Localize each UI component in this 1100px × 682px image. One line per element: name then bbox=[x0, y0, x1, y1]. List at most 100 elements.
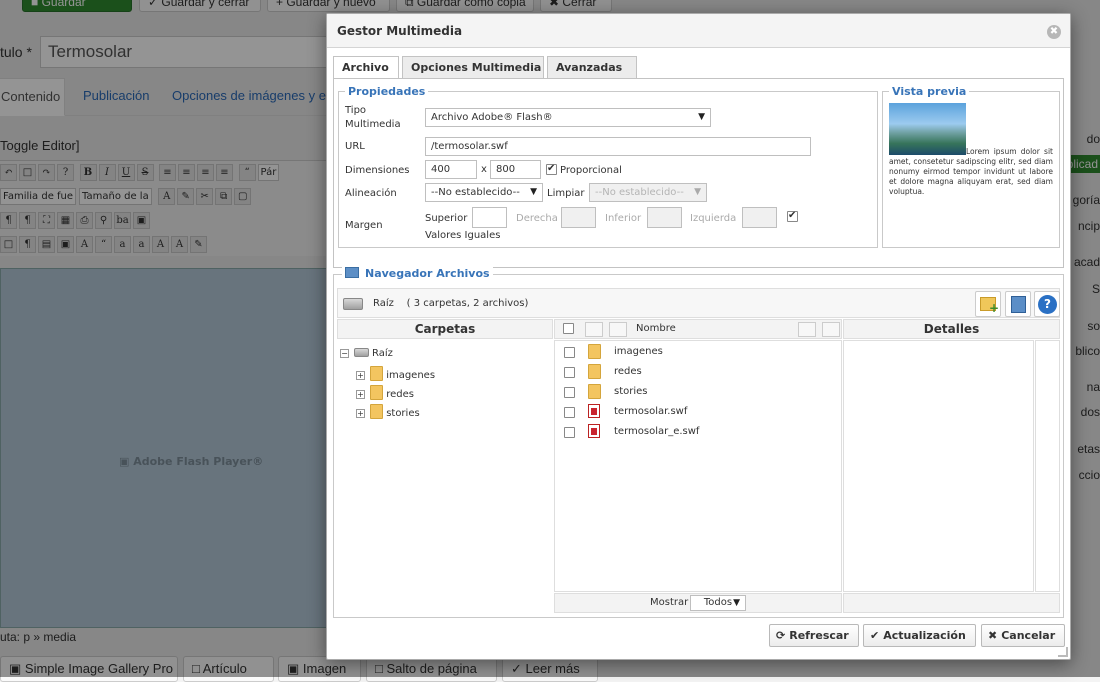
media-type-select[interactable]: Archivo Adobe® Flash® ▼ bbox=[425, 108, 711, 127]
file-checkbox[interactable] bbox=[564, 347, 575, 358]
alignment-select[interactable]: --No establecido-- ▼ bbox=[425, 183, 543, 202]
archivo-tab-panel: Propiedades Tipo Multimedia Archivo Adob… bbox=[333, 78, 1064, 268]
dimensions-separator: x bbox=[481, 164, 487, 175]
chevron-down-icon: ▼ bbox=[530, 187, 537, 197]
proportional-checkbox[interactable] bbox=[546, 163, 557, 175]
update-button[interactable]: ✔ Actualización bbox=[863, 624, 976, 647]
close-icon: ✖ bbox=[988, 629, 998, 642]
margin-label: Margen bbox=[345, 220, 383, 231]
preview-legend: Vista previa bbox=[889, 85, 970, 98]
refresh-button[interactable]: ⟳ Refrescar bbox=[769, 624, 859, 647]
list-item[interactable]: termosolar.swf bbox=[555, 402, 843, 422]
margin-left-input[interactable] bbox=[742, 207, 777, 228]
sort-desc-icon[interactable] bbox=[609, 322, 627, 337]
show-select[interactable]: Todos ▼ bbox=[690, 595, 746, 611]
upload-button[interactable] bbox=[1005, 291, 1031, 317]
list-item[interactable]: termosolar_e.swf bbox=[555, 422, 843, 442]
expand-icon[interactable]: + bbox=[356, 409, 365, 418]
folder-tree: − Raíz + imagenes + redes + stories bbox=[337, 340, 553, 592]
margin-bottom-label: Inferior bbox=[605, 213, 642, 224]
width-input[interactable]: 400 bbox=[425, 160, 477, 179]
drive-icon bbox=[343, 298, 363, 310]
details-view-icon[interactable] bbox=[798, 322, 816, 337]
cancel-button[interactable]: ✖ Cancelar bbox=[981, 624, 1065, 647]
check-icon: ✔ bbox=[870, 629, 880, 642]
equal-values-label: Valores Iguales bbox=[425, 230, 501, 241]
list-item[interactable]: stories bbox=[555, 382, 843, 402]
close-icon[interactable]: ✖ bbox=[1047, 25, 1061, 39]
media-type-label-2: Multimedia bbox=[345, 119, 401, 130]
clear-select[interactable]: --No establecido-- ▼ bbox=[589, 183, 707, 202]
upload-icon bbox=[1011, 296, 1026, 313]
folders-header: Carpetas bbox=[337, 319, 553, 339]
file-browser-title: Navegador Archivos bbox=[365, 267, 490, 280]
file-name: redes bbox=[614, 366, 642, 377]
tree-item-redes[interactable]: + redes bbox=[356, 385, 414, 400]
list-item[interactable]: imagenes bbox=[555, 342, 843, 362]
equal-values-checkbox[interactable] bbox=[787, 210, 798, 222]
alignment-value: --No establecido-- bbox=[431, 187, 520, 198]
collapse-icon[interactable]: − bbox=[340, 349, 349, 358]
clear-value: --No establecido-- bbox=[595, 187, 684, 198]
margin-bottom-input[interactable] bbox=[647, 207, 682, 228]
new-folder-button[interactable] bbox=[975, 291, 1001, 317]
details-footer bbox=[843, 593, 1060, 613]
sort-asc-icon[interactable] bbox=[585, 322, 603, 337]
tree-root-label: Raíz bbox=[372, 348, 393, 359]
name-column-header[interactable]: Nombre bbox=[636, 320, 676, 338]
files-header: Nombre bbox=[554, 319, 842, 339]
chevron-down-icon: ▼ bbox=[694, 187, 701, 197]
margin-top-input[interactable] bbox=[472, 207, 507, 228]
tab-archivo[interactable]: Archivo bbox=[333, 56, 399, 79]
file-checkbox[interactable] bbox=[564, 427, 575, 438]
tab-avanzadas[interactable]: Avanzadas bbox=[547, 56, 637, 78]
dialog-header: Gestor Multimedia ✖ bbox=[327, 14, 1070, 48]
expand-icon[interactable]: + bbox=[356, 390, 365, 399]
url-input[interactable]: /termosolar.swf bbox=[425, 137, 811, 156]
file-checkbox[interactable] bbox=[564, 367, 575, 378]
help-button[interactable]: ? bbox=[1034, 291, 1060, 317]
tree-item-imagenes[interactable]: + imagenes bbox=[356, 366, 435, 381]
file-checkbox[interactable] bbox=[564, 407, 575, 418]
details-scroll-panel bbox=[1035, 340, 1060, 592]
margin-right-label: Derecha bbox=[516, 213, 558, 224]
new-folder-icon bbox=[980, 297, 999, 315]
cancel-label: Cancelar bbox=[1001, 629, 1056, 642]
margin-right-input[interactable] bbox=[561, 207, 596, 228]
select-all-checkbox[interactable] bbox=[563, 323, 574, 334]
preview-text: Lorem ipsum dolor sit amet, consetetur s… bbox=[889, 147, 1053, 197]
proportional-label: Proporcional bbox=[560, 165, 622, 176]
list-item[interactable]: redes bbox=[555, 362, 843, 382]
file-name: termosolar.swf bbox=[614, 406, 688, 417]
clear-label: Limpiar bbox=[547, 188, 585, 199]
file-list: imagenes redes stories termosolar.swf te… bbox=[554, 340, 842, 592]
refresh-icon: ⟳ bbox=[776, 629, 786, 642]
tree-root[interactable]: − Raíz bbox=[340, 347, 393, 359]
resize-handle[interactable] bbox=[1058, 647, 1068, 657]
tab-opciones-multimedia[interactable]: Opciones Multimedia bbox=[402, 56, 544, 78]
margin-top-label: Superior bbox=[425, 213, 468, 224]
path-text: Raíz ( 3 carpetas, 2 archivos) bbox=[373, 298, 528, 309]
refresh-label: Refrescar bbox=[789, 629, 849, 642]
file-name: termosolar_e.swf bbox=[614, 426, 700, 437]
media-manager-dialog: Gestor Multimedia ✖ Archivo Opciones Mul… bbox=[326, 13, 1071, 660]
show-filter: Mostrar Todos ▼ bbox=[554, 593, 842, 613]
search-icon[interactable] bbox=[822, 322, 840, 337]
tree-item-label: stories bbox=[386, 408, 420, 419]
url-label: URL bbox=[345, 141, 365, 152]
expand-icon[interactable]: + bbox=[356, 371, 365, 380]
folder-icon bbox=[588, 384, 601, 399]
margin-left-label: Izquierda bbox=[690, 213, 737, 224]
file-name: stories bbox=[614, 386, 648, 397]
dialog-title: Gestor Multimedia bbox=[337, 24, 463, 38]
file-checkbox[interactable] bbox=[564, 387, 575, 398]
path-summary: ( 3 carpetas, 2 archivos) bbox=[406, 298, 529, 309]
file-browser-icon bbox=[345, 267, 359, 278]
tree-item-stories[interactable]: + stories bbox=[356, 404, 420, 419]
tree-item-label: imagenes bbox=[386, 370, 436, 381]
file-browser-legend: Navegador Archivos bbox=[342, 267, 493, 280]
height-input[interactable]: 800 bbox=[490, 160, 541, 179]
properties-legend: Propiedades bbox=[345, 85, 429, 98]
path-root[interactable]: Raíz bbox=[373, 298, 394, 309]
file-browser: Navegador Archivos Raíz ( 3 carpetas, 2 … bbox=[333, 267, 1064, 618]
